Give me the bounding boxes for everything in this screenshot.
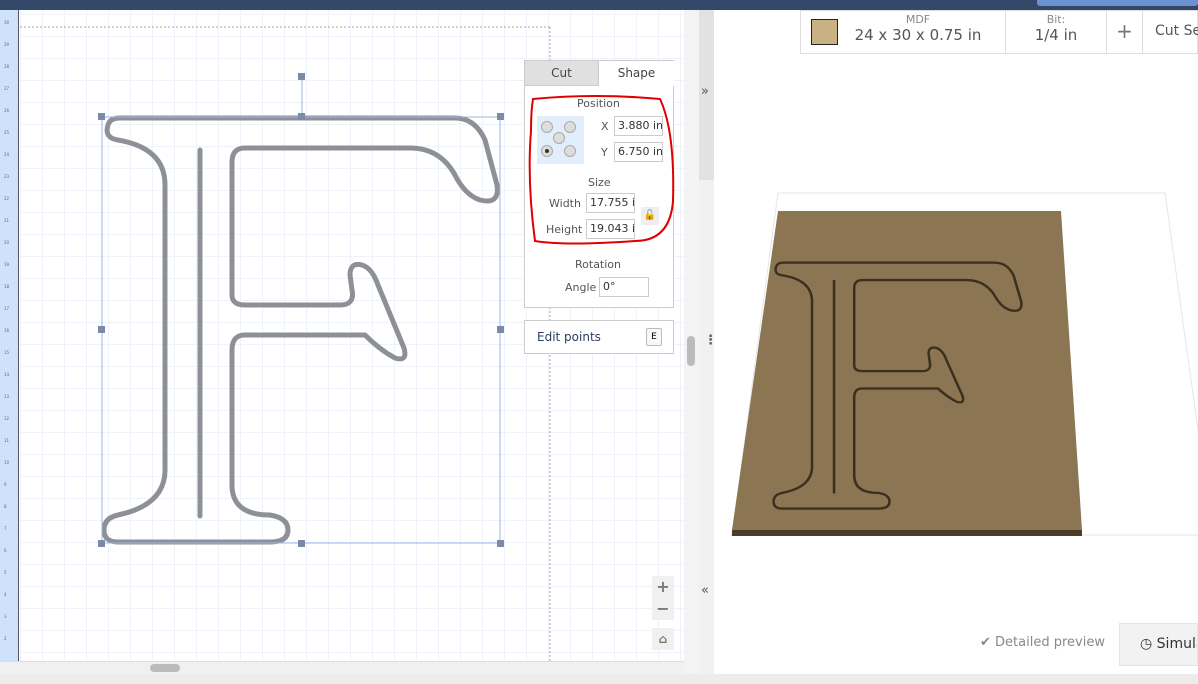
3d-preview-svg [730,192,1198,536]
handle-bottom [298,540,305,547]
check-icon: ✔ [980,635,996,650]
ruler-tick-label: 15 [4,350,10,355]
ruler-tick-label: 21 [4,218,10,223]
zoom-controls: + − ⌂ [652,576,674,652]
expand-left-icon[interactable]: « [701,583,709,598]
ruler-tick-label: 14 [4,372,10,377]
handle-bottom-left [98,540,105,547]
ruler-tick-label: 24 [4,152,10,157]
simulate-button[interactable]: ◷ Simula [1119,623,1198,666]
ruler-tick-label: 8 [4,504,7,509]
horizontal-scroll-thumb[interactable] [150,664,180,672]
detailed-preview-label: Detailed preview [995,635,1105,650]
expand-right-icon[interactable]: » [701,84,709,99]
material-toolbar: MDF 24 x 30 x 0.75 in Bit: 1/4 in + Cut … [800,10,1198,54]
material-name: MDF [905,13,931,26]
ruler-tick-label: 28 [4,64,10,69]
ruler-tick-label: 19 [4,262,10,267]
zoom-in-button[interactable]: + [652,576,674,598]
handle-bottom-right [497,540,504,547]
bit-selector[interactable]: Bit: 1/4 in [1006,11,1107,53]
cut-settings-button[interactable]: Cut Settin [1143,11,1198,53]
ruler-tick-label: 13 [4,394,10,399]
detailed-preview-toggle[interactable]: ✔ Detailed preview [980,635,1105,650]
rotate-handle [298,73,305,80]
zoom-out-button[interactable]: − [652,598,674,620]
ruler-tick-label: 22 [4,196,10,201]
add-bit-button[interactable]: + [1107,11,1143,53]
ruler-tick-label: 2 [4,636,7,641]
ruler-tick-label: 26 [4,108,10,113]
ruler-tick-label: 25 [4,130,10,135]
bit-label: Bit: [1046,13,1066,26]
edit-points-shortcut: E [646,328,662,346]
tab-cut[interactable]: Cut [525,61,599,86]
ruler-tick-label: 16 [4,328,10,333]
material-dimensions: 24 x 30 x 0.75 in [854,26,982,44]
handle-top [298,113,305,120]
handle-top-left [98,113,105,120]
tab-shape[interactable]: Shape [599,61,674,86]
ruler-tick-label: 9 [4,482,7,487]
handle-top-right [497,113,504,120]
shape-properties-panel: Cut Shape Position X 3.880 in Y 6.750 in… [524,60,675,308]
ruler-tick-label: 17 [4,306,10,311]
app-header [0,0,1198,10]
ruler-tick-label: 12 [4,416,10,421]
ruler-tick-label: 30 [4,20,10,25]
simulate-label: Simula [1156,636,1197,652]
material-color-swatch [811,19,838,45]
letter-f-shape[interactable] [101,115,500,545]
ruler-tick-label: 27 [4,86,10,91]
ruler-tick-label: 7 [4,526,7,531]
ruler-tick-label: 10 [4,460,10,465]
bit-value: 1/4 in [1034,26,1078,44]
status-bar [0,674,1198,684]
ruler-tick-label: 23 [4,174,10,179]
ruler-tick-label: 6 [4,548,7,553]
vertical-scroll-thumb[interactable] [687,336,695,366]
horizontal-scrollbar[interactable] [0,661,684,674]
ruler-tick-label: 20 [4,240,10,245]
ruler-tick-label: 18 [4,284,10,289]
edit-points-button[interactable]: Edit points E [524,320,674,354]
ruler-tick-label: 5 [4,570,7,575]
angle-input[interactable]: 0° [599,277,649,297]
red-annotation-circle [528,95,675,245]
material-board-edge [732,530,1082,536]
handle-left [98,326,105,333]
home-icon[interactable]: ⌂ [652,628,674,650]
3d-preview[interactable] [714,54,1198,624]
header-accent-button[interactable] [1037,0,1198,6]
ruler-tick-label: 29 [4,42,10,47]
rotation-heading: Rotation [575,258,622,271]
ruler-tick-label: 4 [4,592,7,597]
clock-icon: ◷ [1140,636,1157,652]
material-selector[interactable]: MDF 24 x 30 x 0.75 in [801,11,1006,53]
ruler-tick-label: 11 [4,438,10,443]
handle-right [497,326,504,333]
vertical-ruler: 30 29 28 27 26 25 24 23 22 21 20 19 18 17 16 15 14 13 12 11… [0,10,19,662]
edit-points-label: Edit points [537,330,601,344]
ruler-tick-label: 3 [4,614,7,619]
resize-handles[interactable] [98,73,504,547]
angle-label: Angle [565,281,597,294]
